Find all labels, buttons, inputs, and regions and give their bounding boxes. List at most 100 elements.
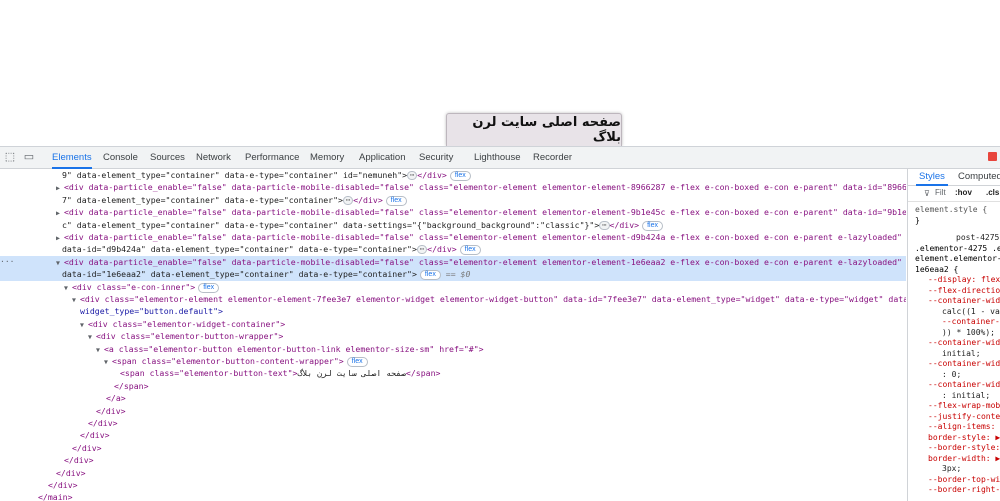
error-badge-icon[interactable]: [988, 152, 997, 161]
style-declaration[interactable]: --container-wid: [928, 359, 1000, 370]
style-selector-line: .elementor-4275 .e: [915, 243, 1000, 253]
tree-line[interactable]: c" data-element_type="container" data-e-…: [0, 219, 906, 231]
tab-memory[interactable]: Memory: [310, 147, 344, 168]
style-declaration[interactable]: --display: flex: [928, 275, 1000, 286]
tree-line[interactable]: </div>: [0, 454, 906, 466]
tree-line[interactable]: ▶ <div data-particle_enable="false" data-…: [0, 231, 906, 243]
style-declaration[interactable]: --border-top-wi: [928, 475, 1000, 486]
tree-line[interactable]: ▼ <div class="elementor-button-wrapper">: [0, 330, 906, 342]
tree-line-text: <div class="e-con-inner">: [72, 281, 196, 292]
tree-line[interactable]: ▼ <span class="elementor-button-content-w…: [0, 355, 906, 367]
tree-line-text: </span>: [114, 380, 149, 391]
device-toolbar-icon[interactable]: ▭: [23, 151, 35, 163]
tree-line[interactable]: data-id="d9b424a" data-element_type="con…: [0, 243, 906, 256]
tab-network[interactable]: Network: [196, 147, 231, 168]
elements-tree: 9" data-element_type="container" data-e-…: [0, 169, 906, 501]
tree-line[interactable]: </div>: [0, 405, 906, 417]
style-declaration[interactable]: --container-wid: [928, 338, 1000, 349]
tree-line-text: data-id="1e6eaa2" data-element_type="con…: [62, 269, 417, 280]
style-rule-line: element.style {: [915, 205, 988, 214]
style-declaration[interactable]: --container-wid: [928, 380, 1000, 391]
tab-styles[interactable]: Styles: [916, 171, 948, 186]
tree-line[interactable]: </div>: [0, 479, 906, 491]
tree-line[interactable]: ▶ <div data-particle_enable="false" data-…: [0, 206, 906, 218]
inspect-element-icon[interactable]: ⬚: [4, 151, 16, 163]
flex-badge[interactable]: flex: [642, 220, 663, 231]
ellipsis-badge[interactable]: ⋯: [599, 220, 610, 230]
style-declaration[interactable]: --border-right-: [928, 485, 1000, 496]
tree-line-text: <div data-particle_enable="false" data-p…: [64, 207, 906, 218]
style-value: initial;: [942, 348, 981, 358]
tree-line[interactable]: </div>: [0, 417, 906, 429]
tree-line-text: c" data-element_type="container" data-e-…: [62, 219, 600, 230]
tab-console[interactable]: Console: [103, 147, 138, 168]
tree-line-text: <div class="elementor-button-wrapper">: [96, 331, 284, 342]
ellipsis-badge[interactable]: ⋯: [407, 171, 418, 180]
tree-line[interactable]: widget_type="button.default">: [0, 305, 906, 317]
flex-badge[interactable]: flex: [346, 357, 368, 367]
hov-toggle[interactable]: :hov: [955, 188, 972, 197]
ellipsis-badge[interactable]: ⋯: [416, 245, 428, 255]
tree-line[interactable]: 9" data-element_type="container" data-e-…: [0, 169, 906, 181]
style-declaration[interactable]: --align-items:: [928, 422, 995, 433]
tree-line-text: <span class="elementor-button-content-wr…: [112, 356, 344, 366]
flex-badge[interactable]: flex: [449, 171, 471, 181]
tab-performance[interactable]: Performance: [245, 147, 299, 168]
flex-badge[interactable]: flex: [385, 195, 407, 206]
style-source-link[interactable]: post-4275: [956, 233, 999, 244]
style-declaration[interactable]: --border-style:: [928, 443, 1000, 454]
style-declaration[interactable]: border-width: ▶: [928, 454, 1000, 465]
flex-badge[interactable]: flex: [419, 270, 441, 281]
tree-line-text: <a class="elementor-button elementor-but…: [104, 343, 484, 354]
tree-line-text: <div data-particle_enable="false" data-p…: [64, 182, 906, 193]
tree-line[interactable]: <span class="elementor-button-text">صفحه…: [0, 367, 906, 379]
tree-line[interactable]: </a>: [0, 392, 906, 404]
ellipsis-badge[interactable]: ⋯: [342, 195, 354, 205]
tree-line[interactable]: ▼ <div class="e-con-inner"> flex: [0, 281, 906, 293]
style-value: 3px;: [942, 464, 962, 473]
tree-line[interactable]: </div>: [0, 467, 906, 479]
tree-line-close: </div>: [353, 194, 383, 205]
tab-elements[interactable]: Elements: [52, 147, 92, 169]
tree-line-text: </div>: [48, 480, 78, 490]
tab-security[interactable]: Security: [419, 147, 453, 168]
tab-recorder[interactable]: Recorder: [533, 147, 572, 168]
tab-computed[interactable]: Computed: [958, 171, 1000, 182]
style-declaration[interactable]: --flex-wrap-mob: [928, 401, 1000, 412]
more-options-icon[interactable]: ···: [0, 256, 14, 268]
devtools-toolbar: ⬚ ▭ Elements Console Sources Network Per…: [0, 147, 1000, 169]
style-declaration[interactable]: --flex-directio: [928, 286, 1000, 297]
styles-filter-bar: ⊽ Filt :hov .cls: [908, 186, 1000, 202]
tree-line-text: </div>: [96, 405, 126, 416]
tree-line[interactable]: ▼ <div class="elementor-widget-container"…: [0, 318, 906, 330]
tree-line-text: <div class="elementor-widget-container">: [88, 318, 286, 329]
style-selector-line: element.elementor-: [915, 254, 1000, 263]
sidebar-tabs: Styles Computed: [908, 169, 1000, 186]
flex-badge[interactable]: flex: [198, 282, 220, 293]
tree-line[interactable]: ▼ <div class="elementor-element elementor…: [0, 293, 906, 305]
tab-sources[interactable]: Sources: [150, 147, 185, 168]
tree-line[interactable]: </span>: [0, 380, 906, 392]
style-declaration[interactable]: --container-wid: [928, 296, 1000, 307]
cls-toggle[interactable]: .cls: [986, 188, 999, 197]
style-value: calc((1 - va: [942, 306, 1000, 316]
tab-application[interactable]: Application: [359, 147, 405, 168]
style-declaration[interactable]: --justify-conte: [928, 412, 1000, 423]
home-page-button[interactable]: صفحه اصلی سایت لرن بلاگ: [446, 113, 622, 146]
page-preview: صفحه اصلی سایت لرن بلاگ: [0, 0, 1000, 146]
style-rule-line: }: [915, 215, 920, 225]
tree-line[interactable]: </div>: [0, 429, 906, 441]
tree-line-close: </div>: [609, 219, 640, 230]
style-declaration[interactable]: border-style: ▶: [928, 433, 1000, 444]
tree-line[interactable]: 7" data-element_type="container" data-e-…: [0, 194, 906, 206]
tree-line[interactable]: ▼ <a class="elementor-button elementor-bu…: [0, 343, 906, 355]
tree-line[interactable]: ▶ <div data-particle_enable="false" data-…: [0, 181, 906, 193]
tree-line[interactable]: </div>: [0, 442, 906, 454]
tree-line-selected[interactable]: ··· ▼ <div data-particle_enable="false" da…: [0, 255, 906, 269]
tree-line-text: </a>: [106, 393, 126, 404]
flex-badge[interactable]: flex: [459, 245, 481, 256]
devtools-panel: ⬚ ▭ Elements Console Sources Network Per…: [0, 146, 1000, 501]
tab-lighthouse[interactable]: Lighthouse: [474, 147, 520, 168]
tree-line-selected[interactable]: data-id="1e6eaa2" data-element_type="con…: [0, 268, 906, 281]
filter-input[interactable]: Filt: [935, 188, 946, 197]
